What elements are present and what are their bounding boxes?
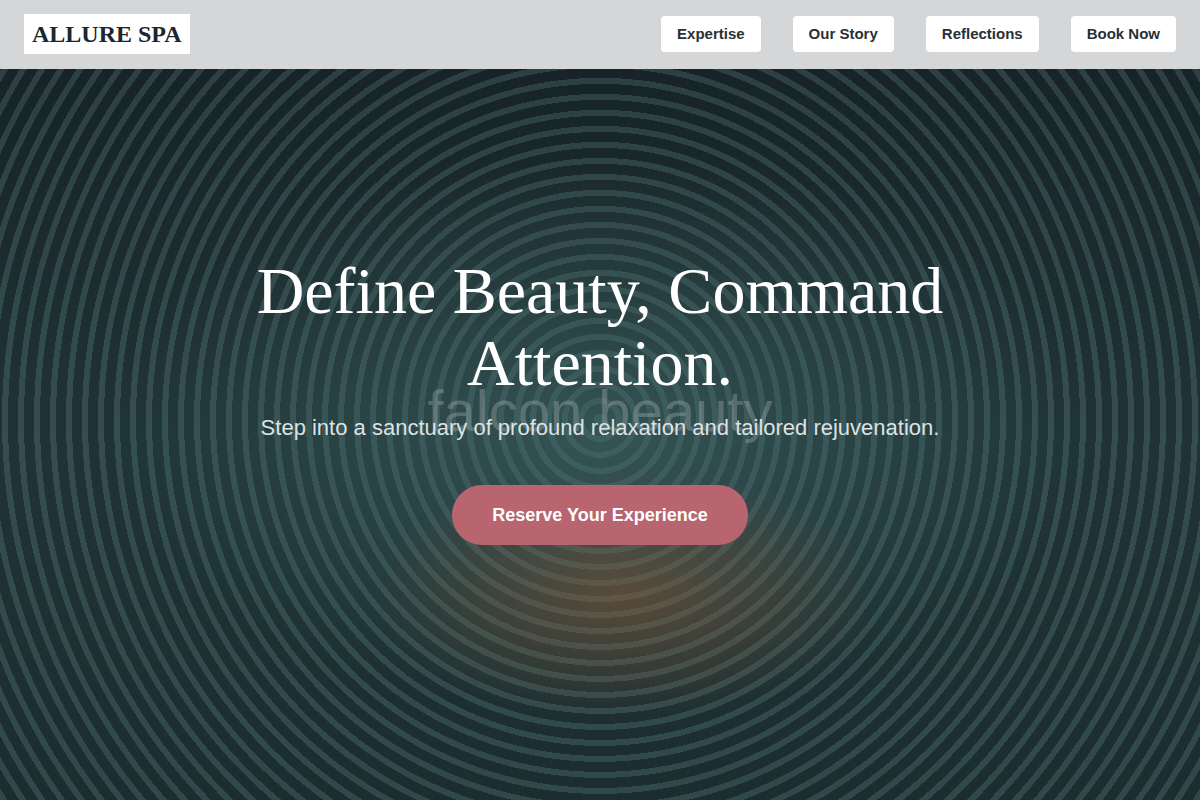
hero-section: Define Beauty, Command Attention. falcon … <box>0 69 1200 800</box>
top-nav: ALLURE SPA Expertise Our Story Reflections B… <box>0 0 1200 69</box>
hero-title: Define Beauty, Command Attention. <box>200 255 1000 399</box>
reserve-button[interactable]: Reserve Your Experience <box>452 485 747 545</box>
nav-link[interactable]: Reflections <box>926 16 1039 52</box>
nav-link[interactable]: Our Story <box>793 16 894 52</box>
subtitle-wrap: falcon beautyStep into a sanctuary of pr… <box>261 413 940 443</box>
brand-logo[interactable]: ALLURE SPA <box>24 14 190 54</box>
nav-link[interactable]: Expertise <box>661 16 761 52</box>
hero-subtitle: Step into a sanctuary of profound relaxa… <box>261 413 940 443</box>
nav-links: Expertise Our Story Reflections Book Now <box>661 16 1176 52</box>
nav-link[interactable]: Book Now <box>1071 16 1176 52</box>
